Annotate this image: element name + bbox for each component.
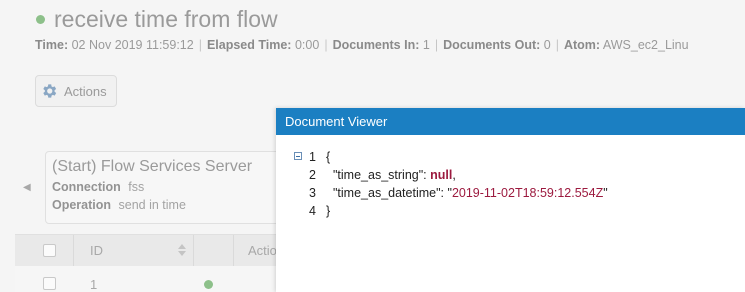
json-value: null — [430, 168, 453, 182]
process-title-row: receive time from flow — [36, 6, 278, 33]
meta-docs-in-value: 1 — [422, 38, 430, 52]
code-text: { — [326, 150, 331, 164]
meta-atom-value: AWS_ec2_Linu — [602, 38, 689, 52]
column-divider — [193, 235, 194, 266]
code-text: "time_as_string": null, — [333, 166, 456, 184]
json-value: 2019-11-02T18:59:12.554Z — [451, 186, 604, 200]
actions-label: Actions — [64, 83, 107, 99]
operation-label: Operation — [52, 198, 112, 212]
shape-connection: Connection fss — [52, 180, 284, 194]
shape-title: (Start) Flow Services Server — [52, 158, 253, 175]
column-divider — [233, 235, 234, 266]
meta-elapsed-label: Elapsed Time: — [206, 38, 292, 52]
line-number: 3 — [309, 186, 316, 200]
process-meta: Time: 02 Nov 2019 11:59:12 | Elapsed Time:… — [35, 38, 689, 52]
sort-icon[interactable] — [177, 243, 187, 257]
page-title: receive time from flow — [54, 6, 278, 32]
operation-value: send in time — [118, 198, 186, 212]
json-separator: : " — [440, 186, 452, 200]
json-punct: , — [452, 168, 456, 182]
meta-time-value: 02 Nov 2019 11:59:12 — [71, 38, 194, 52]
line-number: 2 — [309, 168, 316, 182]
shape-operation: Operation send in time — [52, 198, 284, 212]
dialog-title: Document Viewer — [285, 114, 388, 129]
code-text: } — [326, 204, 331, 218]
code-text: "time_as_datetime": "2019-11-02T18:59:12… — [333, 184, 608, 202]
gear-icon — [43, 84, 57, 98]
connection-label: Connection — [52, 180, 121, 194]
row-checkbox[interactable] — [43, 277, 56, 290]
meta-docs-out-label: Documents Out: — [443, 38, 541, 52]
row-id: 1 — [90, 277, 98, 292]
meta-atom-label: Atom: — [563, 38, 601, 52]
line-number: 4 — [309, 204, 316, 218]
meta-separator: | — [324, 38, 328, 52]
meta-separator: | — [434, 38, 439, 52]
dialog-header[interactable]: Document Viewer — [276, 108, 745, 135]
meta-elapsed-value: 0:00 — [294, 38, 320, 52]
json-punct: " — [603, 186, 608, 200]
select-all-checkbox[interactable] — [43, 244, 56, 257]
line-number: 1 — [309, 150, 316, 164]
json-key: "time_as_string" — [333, 168, 424, 182]
meta-separator: | — [198, 38, 202, 52]
row-status-dot-icon — [204, 280, 213, 289]
status-dot-icon — [36, 15, 45, 24]
chevron-left-icon[interactable]: ◀ — [23, 182, 31, 193]
document-viewer-dialog: Document Viewer 1 { 2 "time_as_string": … — [276, 108, 745, 292]
connection-value: fss — [128, 180, 145, 194]
meta-separator: | — [555, 38, 559, 52]
meta-docs-in-label: Documents In: — [332, 38, 420, 52]
column-header-id[interactable]: ID — [90, 243, 103, 258]
meta-time-label: Time: — [35, 38, 69, 52]
actions-button[interactable]: Actions — [35, 75, 117, 107]
column-header-actions[interactable]: Actio — [248, 243, 277, 258]
column-divider — [73, 235, 74, 266]
meta-docs-out-value: 0 — [543, 38, 551, 52]
json-key: "time_as_datetime" — [333, 186, 441, 200]
shape-card[interactable]: (Start) Flow Services Server Connection … — [45, 151, 285, 224]
